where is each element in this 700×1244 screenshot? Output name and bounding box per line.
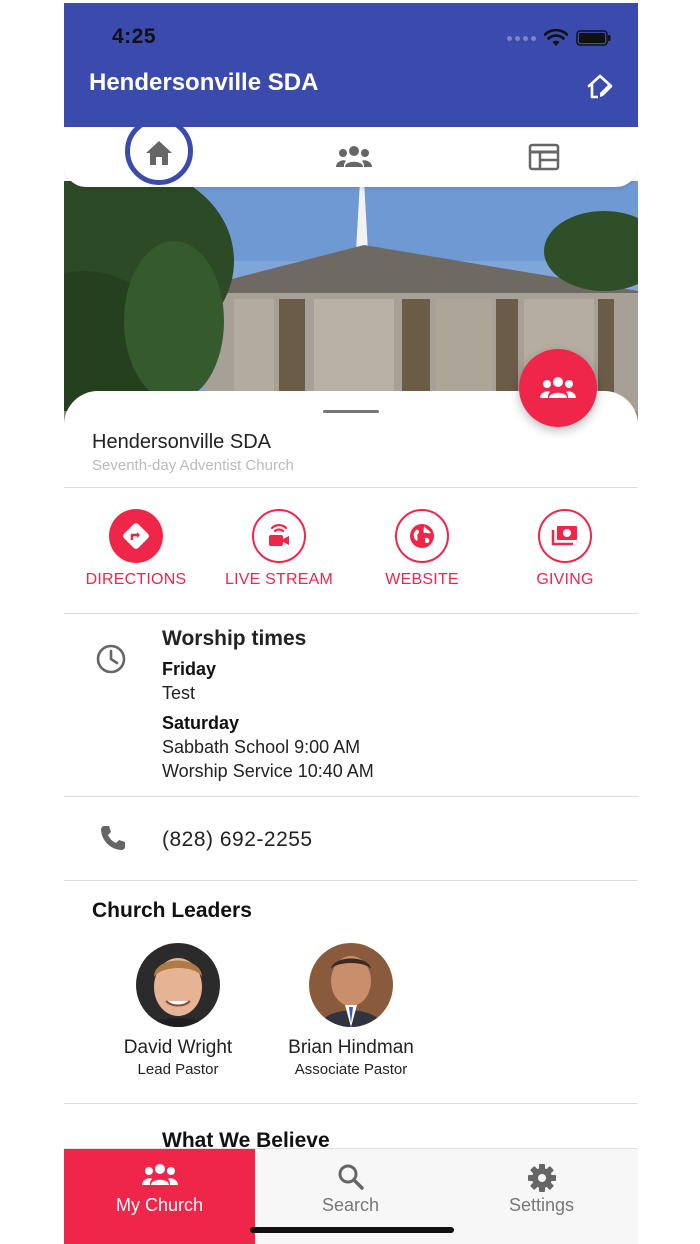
drag-handle[interactable]	[323, 410, 379, 413]
worship-day: Friday	[162, 659, 217, 679]
people-icon	[336, 146, 372, 167]
nav-label: Settings	[508, 1195, 575, 1215]
live-stream-icon	[269, 524, 289, 546]
website-label: WEBSITE	[385, 571, 459, 588]
worship-line: Worship Service 10:40 AM	[162, 761, 374, 781]
church-subtitle: Seventh-day Adventist Church	[92, 457, 294, 474]
clock-icon	[96, 644, 126, 674]
money-icon	[551, 526, 577, 546]
giving-button[interactable]: GIVING	[495, 509, 635, 589]
directions-label: DIRECTIONS	[85, 571, 187, 588]
calendar-icon	[528, 143, 560, 171]
tab-calendar[interactable]	[509, 127, 579, 187]
gear-icon	[527, 1164, 556, 1192]
directions-icon	[123, 523, 149, 549]
live-stream-button[interactable]: LIVE STREAM	[209, 509, 349, 589]
worship-day: Saturday	[162, 713, 240, 733]
leader-name: David Wright	[123, 1037, 233, 1058]
home-icon	[146, 141, 172, 165]
app-title: Hendersonville SDA	[89, 69, 319, 96]
leader-card[interactable]: Brian Hindman Associate Pastor	[271, 943, 431, 1078]
leader-card[interactable]: David Wright Lead Pastor	[98, 943, 258, 1078]
avatar	[309, 943, 393, 1027]
divider	[64, 487, 638, 488]
divider	[64, 880, 638, 881]
leader-role: Associate Pastor	[294, 1061, 408, 1078]
home-edit-icon	[587, 74, 613, 99]
people-icon	[141, 1164, 178, 1185]
nav-label: My Church	[115, 1195, 204, 1215]
nav-settings[interactable]: Settings	[446, 1149, 637, 1244]
divider	[64, 796, 638, 797]
phone-icon	[101, 826, 125, 850]
website-button[interactable]: WEBSITE	[352, 509, 492, 589]
nav-label: Search	[321, 1195, 380, 1215]
giving-label: GIVING	[536, 571, 594, 588]
divider	[64, 1103, 638, 1104]
top-tab-bar	[64, 127, 638, 187]
app-screen: 4:25 Hendersonville SDA Hendersonville S…	[64, 3, 638, 1244]
live-stream-label: LIVE STREAM	[224, 571, 333, 588]
wifi-icon	[544, 29, 568, 46]
search-icon	[338, 1164, 364, 1190]
phone-number-link[interactable]: (828) 692-2255	[162, 828, 313, 852]
edit-home-button[interactable]	[584, 71, 616, 103]
leader-name: Brian Hindman	[288, 1037, 414, 1058]
tab-people[interactable]	[319, 127, 389, 187]
worship-line: Test	[162, 683, 196, 703]
status-icons	[507, 29, 612, 47]
leader-role: Lead Pastor	[137, 1061, 219, 1078]
tab-home[interactable]	[125, 127, 193, 185]
church-leaders-title: Church Leaders	[92, 899, 252, 922]
divider	[64, 613, 638, 614]
signal-icon	[507, 35, 536, 41]
church-info-sheet[interactable]: Hendersonville SDA Seventh-day Adventist…	[64, 391, 638, 1244]
home-indicator	[250, 1227, 454, 1233]
people-icon	[540, 377, 576, 398]
directions-button[interactable]: DIRECTIONS	[66, 509, 206, 589]
avatar	[136, 943, 220, 1027]
app-header: 4:25 Hendersonville SDA	[64, 3, 638, 127]
battery-icon	[576, 30, 611, 46]
worship-line: Sabbath School 9:00 AM	[162, 737, 361, 757]
globe-icon	[410, 524, 434, 548]
members-fab-button[interactable]	[519, 349, 597, 427]
status-time: 4:25	[112, 25, 157, 48]
worship-times-title: Worship times	[162, 627, 307, 650]
church-name: Hendersonville SDA	[92, 431, 271, 453]
nav-my-church[interactable]: My Church	[64, 1149, 255, 1244]
